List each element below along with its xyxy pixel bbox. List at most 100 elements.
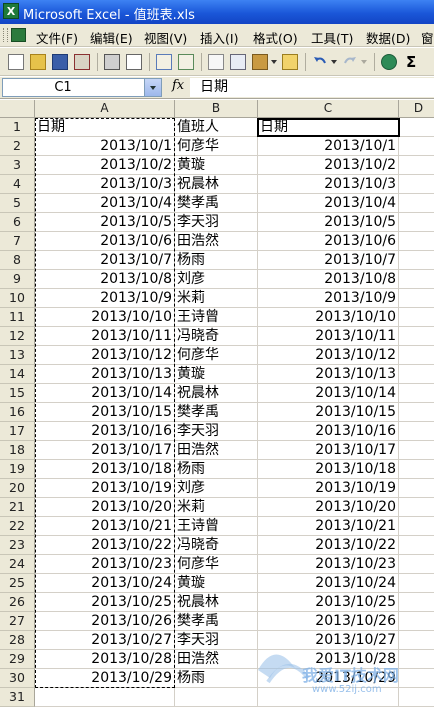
row-header[interactable]: 9 (0, 270, 35, 289)
cell-d1[interactable] (399, 118, 434, 137)
cell-b6[interactable]: 李天羽 (175, 213, 258, 232)
cell-d5[interactable] (399, 194, 434, 213)
cell-b3[interactable]: 黄璇 (175, 156, 258, 175)
row-header[interactable]: 26 (0, 593, 35, 612)
cut-icon[interactable] (208, 54, 224, 70)
row-header[interactable]: 17 (0, 422, 35, 441)
cell-d30[interactable] (399, 669, 434, 688)
cell-a7[interactable]: 2013/10/6 (35, 232, 175, 251)
print-preview-icon[interactable] (126, 54, 142, 70)
cell-d22[interactable] (399, 517, 434, 536)
cell-a15[interactable]: 2013/10/14 (35, 384, 175, 403)
cell-a16[interactable]: 2013/10/15 (35, 403, 175, 422)
cell-c25[interactable]: 2013/10/24 (258, 574, 399, 593)
cell-b1[interactable]: 值班人 (175, 118, 258, 137)
cell-a9[interactable]: 2013/10/8 (35, 270, 175, 289)
row-header[interactable]: 29 (0, 650, 35, 669)
cell-b28[interactable]: 李天羽 (175, 631, 258, 650)
cell-d16[interactable] (399, 403, 434, 422)
open-folder-icon[interactable] (30, 54, 46, 70)
cell-c5[interactable]: 2013/10/4 (258, 194, 399, 213)
cell-c24[interactable]: 2013/10/23 (258, 555, 399, 574)
cell-a11[interactable]: 2013/10/10 (35, 308, 175, 327)
cell-a2[interactable]: 2013/10/1 (35, 137, 175, 156)
cell-b19[interactable]: 杨雨 (175, 460, 258, 479)
cell-b29[interactable]: 田浩然 (175, 650, 258, 669)
cell-c2[interactable]: 2013/10/1 (258, 137, 399, 156)
cell-c27[interactable]: 2013/10/26 (258, 612, 399, 631)
paste-dropdown-icon[interactable] (271, 60, 277, 64)
cell-b4[interactable]: 祝晨林 (175, 175, 258, 194)
cell-d11[interactable] (399, 308, 434, 327)
row-header[interactable]: 24 (0, 555, 35, 574)
row-header[interactable]: 6 (0, 213, 35, 232)
row-header[interactable]: 15 (0, 384, 35, 403)
cell-a22[interactable]: 2013/10/21 (35, 517, 175, 536)
cell-d3[interactable] (399, 156, 434, 175)
cell-d8[interactable] (399, 251, 434, 270)
menu-tools[interactable]: 工具(T) (311, 28, 353, 47)
cell-d21[interactable] (399, 498, 434, 517)
cell-b24[interactable]: 何彦华 (175, 555, 258, 574)
row-header[interactable]: 22 (0, 517, 35, 536)
row-header[interactable]: 21 (0, 498, 35, 517)
cell-c1[interactable]: 日期 (258, 118, 399, 137)
cell-a1[interactable]: 日期 (35, 118, 175, 137)
row-header[interactable]: 18 (0, 441, 35, 460)
cell-c3[interactable]: 2013/10/2 (258, 156, 399, 175)
cell-c19[interactable]: 2013/10/18 (258, 460, 399, 479)
row-header[interactable]: 13 (0, 346, 35, 365)
cell-c12[interactable]: 2013/10/11 (258, 327, 399, 346)
workbook-icon[interactable] (11, 28, 26, 42)
cell-a27[interactable]: 2013/10/26 (35, 612, 175, 631)
cell-b2[interactable]: 何彦华 (175, 137, 258, 156)
menu-format[interactable]: 格式(O) (253, 28, 298, 47)
column-header-b[interactable]: B (175, 100, 258, 118)
row-header[interactable]: 27 (0, 612, 35, 631)
cell-d4[interactable] (399, 175, 434, 194)
cell-d13[interactable] (399, 346, 434, 365)
cell-d12[interactable] (399, 327, 434, 346)
new-icon[interactable] (8, 54, 24, 70)
cell-a21[interactable]: 2013/10/20 (35, 498, 175, 517)
cell-c6[interactable]: 2013/10/5 (258, 213, 399, 232)
row-header[interactable]: 11 (0, 308, 35, 327)
cell-d28[interactable] (399, 631, 434, 650)
cell-d7[interactable] (399, 232, 434, 251)
column-header-c[interactable]: C (258, 100, 399, 118)
row-header[interactable]: 31 (0, 688, 35, 707)
cell-b14[interactable]: 黄璇 (175, 365, 258, 384)
cell-b11[interactable]: 王诗曾 (175, 308, 258, 327)
cell-d23[interactable] (399, 536, 434, 555)
cell-b7[interactable]: 田浩然 (175, 232, 258, 251)
cell-d14[interactable] (399, 365, 434, 384)
row-header[interactable]: 28 (0, 631, 35, 650)
menu-data[interactable]: 数据(D) (366, 28, 410, 47)
cell-c17[interactable]: 2013/10/16 (258, 422, 399, 441)
row-header[interactable]: 12 (0, 327, 35, 346)
cell-a28[interactable]: 2013/10/27 (35, 631, 175, 650)
cell-a3[interactable]: 2013/10/2 (35, 156, 175, 175)
cell-c20[interactable]: 2013/10/19 (258, 479, 399, 498)
spelling-icon[interactable] (156, 54, 172, 70)
redo-dropdown-icon[interactable] (361, 60, 367, 64)
cell-c26[interactable]: 2013/10/25 (258, 593, 399, 612)
cell-c30[interactable]: 2013/10/29 (258, 669, 399, 688)
cell-c4[interactable]: 2013/10/3 (258, 175, 399, 194)
copy-icon[interactable] (230, 54, 246, 70)
cell-b5[interactable]: 樊孝禹 (175, 194, 258, 213)
cell-a18[interactable]: 2013/10/17 (35, 441, 175, 460)
cell-c16[interactable]: 2013/10/15 (258, 403, 399, 422)
print-icon[interactable] (104, 54, 120, 70)
research-icon[interactable] (178, 54, 194, 70)
select-all-corner[interactable] (0, 100, 35, 118)
cell-c8[interactable]: 2013/10/7 (258, 251, 399, 270)
cell-a5[interactable]: 2013/10/4 (35, 194, 175, 213)
worksheet-grid[interactable]: A B C D 1 日期 值班人 日期 2 2013/10/1 何彦华 2013/10/1 3 2… (0, 100, 434, 707)
menubar-grip-icon[interactable] (3, 28, 8, 42)
cell-a6[interactable]: 2013/10/5 (35, 213, 175, 232)
cell-c28[interactable]: 2013/10/27 (258, 631, 399, 650)
cell-b30[interactable]: 杨雨 (175, 669, 258, 688)
cell-a30[interactable]: 2013/10/29 (35, 669, 175, 688)
cell-d2[interactable] (399, 137, 434, 156)
